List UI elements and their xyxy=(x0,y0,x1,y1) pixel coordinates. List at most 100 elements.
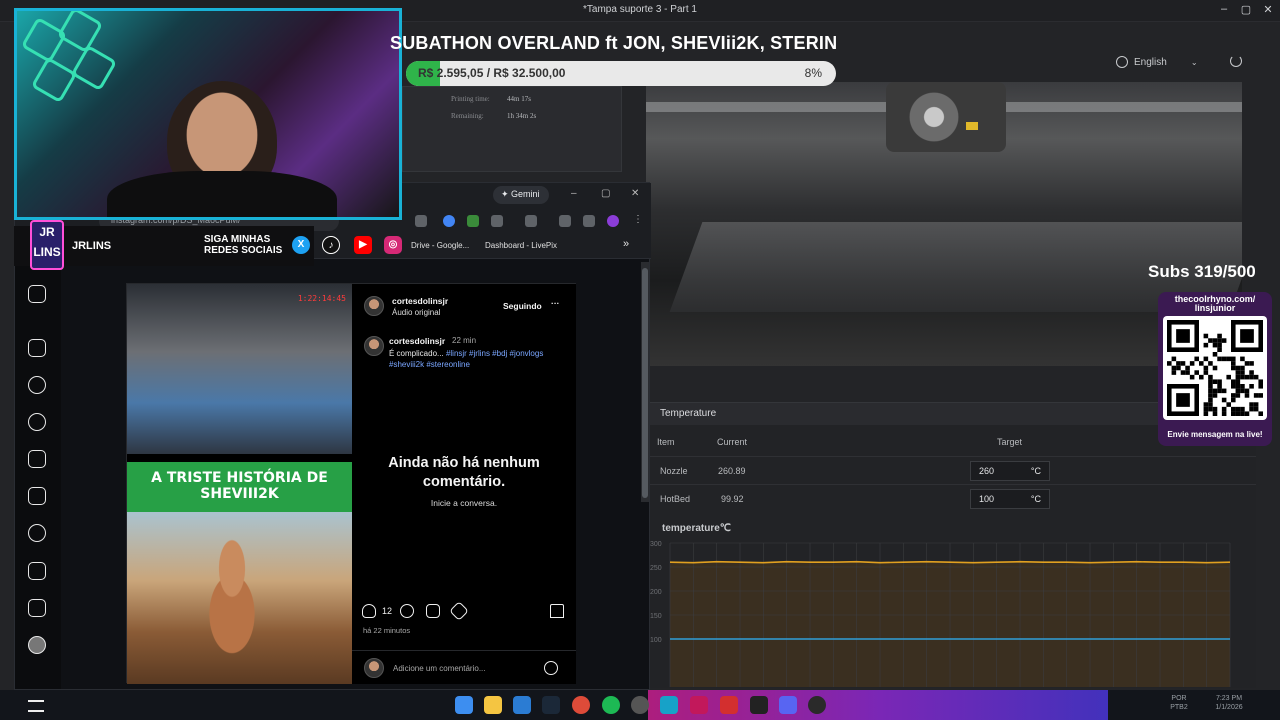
minimize-button[interactable]: – xyxy=(1214,3,1234,15)
discord-icon[interactable] xyxy=(779,696,797,714)
caption-user[interactable]: cortesdolinsjr xyxy=(389,336,445,346)
qr-module xyxy=(1180,361,1186,366)
browser-scrollbar[interactable] xyxy=(641,262,649,502)
emoji-icon[interactable] xyxy=(544,661,558,675)
row-current: 260.89 xyxy=(718,466,746,476)
cast-icon[interactable] xyxy=(525,215,537,227)
obs-icon[interactable] xyxy=(631,696,649,714)
qr-module xyxy=(1212,338,1218,343)
maximize-button[interactable]: ▢ xyxy=(1236,3,1256,16)
search-icon[interactable] xyxy=(28,376,46,394)
extension-icon[interactable] xyxy=(415,215,427,227)
app-icon[interactable] xyxy=(808,696,826,714)
gemini-button[interactable]: ✦ Gemini xyxy=(493,186,549,204)
sidebar-icon[interactable] xyxy=(583,215,595,227)
posted-time: há 22 minutos xyxy=(363,626,411,635)
neon-hex-light xyxy=(70,44,118,92)
close-button[interactable]: ✕ xyxy=(1258,3,1278,16)
author-name[interactable]: cortesdolinsjr xyxy=(392,296,448,306)
puzzle-icon[interactable] xyxy=(491,215,503,227)
youtube-icon: ▶ xyxy=(354,236,372,254)
top-right-controls: English ⌄ xyxy=(1104,52,1264,74)
browser-maximize-button[interactable]: ▢ xyxy=(601,188,610,199)
app-icon[interactable] xyxy=(660,696,678,714)
nozzle-target-input[interactable]: 260 °C xyxy=(970,461,1050,481)
qr-module xyxy=(1203,411,1209,416)
qr-finder xyxy=(1176,329,1190,343)
post-side-panel: cortesdolinsjr Áudio original Seguindo ·… xyxy=(352,284,576,684)
profile-avatar[interactable] xyxy=(28,636,46,654)
refresh-icon[interactable] xyxy=(1230,55,1242,67)
steam-icon[interactable] xyxy=(542,696,560,714)
spotify-icon[interactable] xyxy=(602,696,620,714)
extension-icon[interactable] xyxy=(467,215,479,227)
printing-time-value: 44m 17s xyxy=(507,95,531,103)
tray-language[interactable]: POR PTB2 xyxy=(1164,694,1194,712)
qr-module xyxy=(1171,370,1177,375)
temp-row-hotbed: HotBed 99.92 100 °C xyxy=(650,484,1256,512)
start-icon[interactable] xyxy=(455,696,473,714)
explore-icon[interactable] xyxy=(28,413,46,431)
taskbar-menu-icon[interactable] xyxy=(28,700,44,712)
instagram-logo-icon[interactable] xyxy=(28,285,46,303)
caption-body: É complicado... xyxy=(389,349,444,358)
app-icon[interactable] xyxy=(720,696,738,714)
more-options-icon[interactable]: ··· xyxy=(551,298,560,308)
comment-icon[interactable] xyxy=(400,604,414,618)
tray-clock[interactable]: 7:23 PM 1/1/2026 xyxy=(1198,694,1260,712)
post-media[interactable]: 1:22:14:45 A TRISTE HISTÓRIA DE SHEVIII2… xyxy=(127,284,352,684)
qr-module xyxy=(1217,347,1222,352)
reels-icon[interactable] xyxy=(28,450,46,468)
row-item: HotBed xyxy=(660,494,691,504)
media-photo xyxy=(127,512,352,684)
qr-module xyxy=(1208,384,1213,389)
hotbed-target-input[interactable]: 100 °C xyxy=(970,489,1050,509)
dashboard-icon[interactable] xyxy=(28,599,46,617)
kebab-menu-icon[interactable]: ⋮ xyxy=(633,214,643,225)
commenter-avatar xyxy=(364,658,384,678)
browser-close-button[interactable]: ✕ xyxy=(631,188,639,199)
profile-icon[interactable] xyxy=(607,215,619,227)
home-icon[interactable] xyxy=(28,339,46,357)
language-selector[interactable]: English ⌄ xyxy=(1116,56,1198,68)
messages-icon[interactable] xyxy=(28,487,46,505)
mail-icon[interactable] xyxy=(513,696,531,714)
streamer-body xyxy=(107,171,337,217)
chrome-icon[interactable] xyxy=(572,696,590,714)
scrollbar-thumb[interactable] xyxy=(642,268,648,498)
qr-module xyxy=(1212,365,1218,371)
save-icon[interactable] xyxy=(550,604,564,618)
bookmark-livepix[interactable]: Dashboard - LivePix xyxy=(485,241,557,250)
neon-hex-light xyxy=(56,11,104,54)
tray-date: 1/1/2026 xyxy=(1215,704,1243,711)
repost-icon[interactable] xyxy=(426,604,440,618)
qr-module xyxy=(1235,379,1241,384)
following-button[interactable]: Seguindo xyxy=(503,301,542,311)
qr-module xyxy=(1244,388,1250,394)
qr-module xyxy=(1212,379,1218,384)
create-icon[interactable] xyxy=(28,562,46,580)
qr-module xyxy=(1208,361,1213,366)
comment-input[interactable]: Adicione um comentário... xyxy=(393,664,486,673)
caption-avatar[interactable] xyxy=(364,336,384,356)
qr-module xyxy=(1231,365,1236,371)
bookmarks-more[interactable]: » xyxy=(623,238,629,250)
audio-label[interactable]: Áudio original xyxy=(392,308,440,317)
qr-module xyxy=(1221,356,1227,362)
browser-minimize-button[interactable]: – xyxy=(571,188,577,199)
app-icon[interactable] xyxy=(690,696,708,714)
bookmark-drive[interactable]: Drive - Google... xyxy=(411,241,469,250)
download-icon[interactable] xyxy=(559,215,571,227)
share-icon[interactable] xyxy=(449,601,469,621)
terminal-icon[interactable] xyxy=(750,696,768,714)
like-icon[interactable] xyxy=(362,604,376,618)
qr-module xyxy=(1208,388,1213,394)
file-explorer-icon[interactable] xyxy=(484,696,502,714)
heart-icon[interactable] xyxy=(28,524,46,542)
qr-module xyxy=(1235,384,1241,389)
qr-finder xyxy=(1176,393,1190,407)
author-avatar[interactable] xyxy=(364,296,384,316)
qr-module xyxy=(1231,411,1236,416)
col-current: Current xyxy=(717,437,748,447)
google-icon[interactable] xyxy=(443,215,455,227)
